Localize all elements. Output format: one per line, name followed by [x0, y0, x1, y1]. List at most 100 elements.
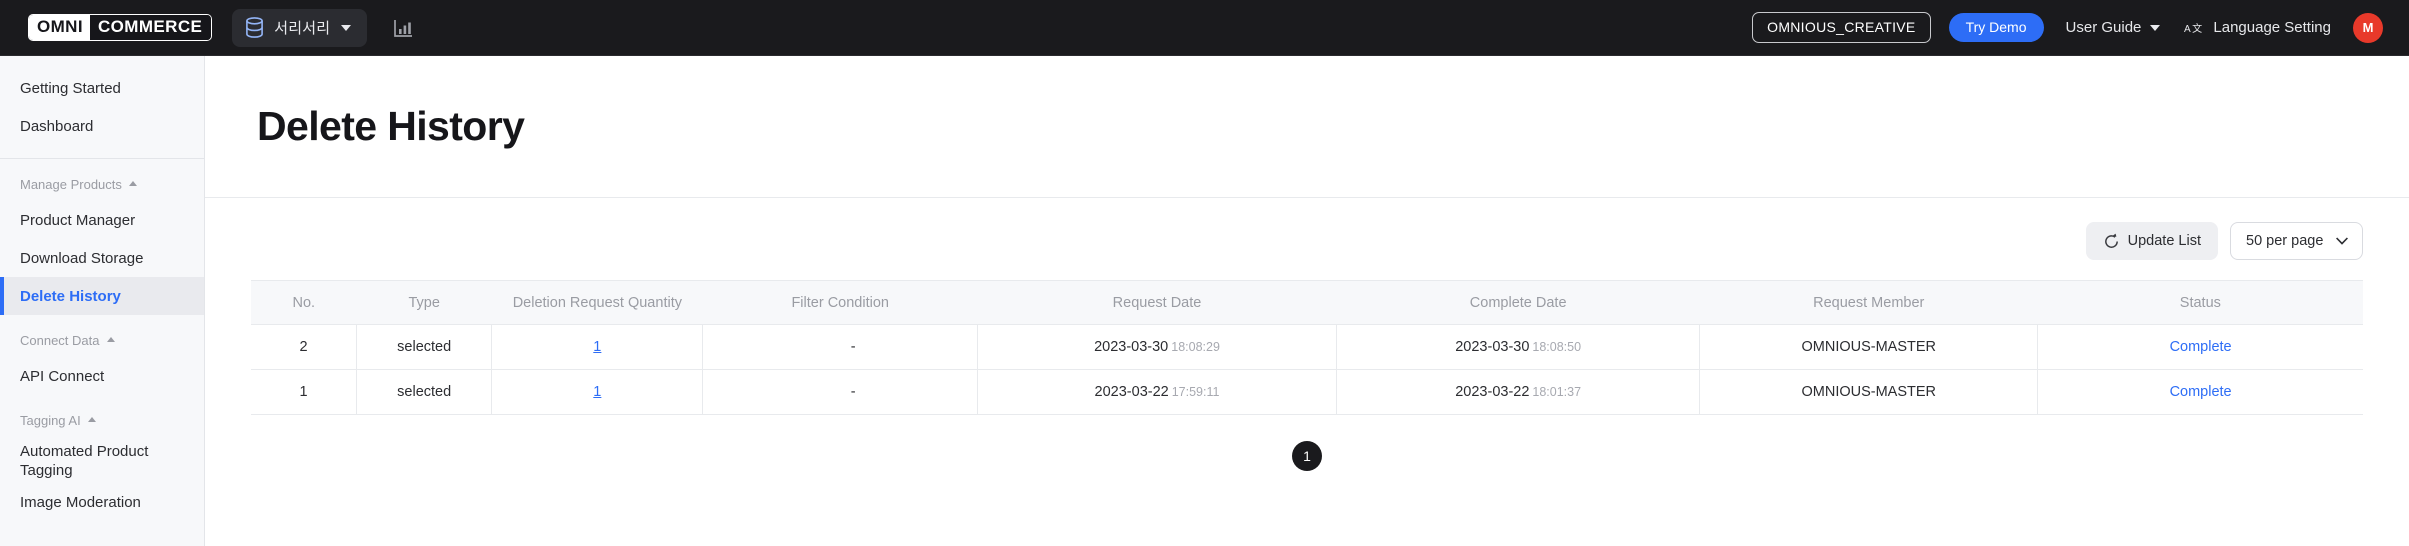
database-icon: [246, 17, 264, 38]
sidebar: Getting Started Dashboard Manage Product…: [0, 56, 205, 546]
pagination: 1: [251, 441, 2363, 471]
delete-history-table: No. Type Deletion Request Quantity Filte…: [251, 280, 2363, 415]
sidebar-group-tagging-ai[interactable]: Tagging AI: [0, 403, 204, 437]
sidebar-group-label: Tagging AI: [20, 412, 81, 428]
svg-text:A: A: [2184, 24, 2191, 35]
column-header-filter-condition: Filter Condition: [702, 280, 978, 325]
sidebar-item-getting-started[interactable]: Getting Started: [0, 69, 204, 107]
chevron-down-icon: [2150, 24, 2161, 31]
user-guide-menu[interactable]: User Guide: [2066, 19, 2161, 36]
sidebar-item-label: Product Manager: [20, 211, 136, 229]
column-header-no: No.: [251, 280, 357, 325]
request-time-value: 18:08:29: [1171, 340, 1220, 354]
sidebar-item-label: API Connect: [20, 367, 105, 385]
sidebar-item-product-manager[interactable]: Product Manager: [0, 201, 204, 239]
column-header-request-member: Request Member: [1699, 280, 2038, 325]
chevron-up-icon: [106, 336, 115, 342]
cell-request-member: OMNIOUS-MASTER: [1699, 369, 2039, 415]
cell-complete-date: 2023-03-30 18:08:50: [1336, 324, 1701, 370]
sidebar-group-label: Manage Products: [20, 176, 122, 192]
brand-logo-commerce: COMMERCE: [89, 15, 212, 40]
sidebar-item-image-moderation[interactable]: Image Moderation: [0, 483, 204, 521]
table-header-row: No. Type Deletion Request Quantity Filte…: [251, 280, 2363, 325]
column-header-complete-date: Complete Date: [1336, 280, 1700, 325]
sidebar-item-api-connect[interactable]: API Connect: [0, 357, 204, 395]
sidebar-item-label: Delete History: [20, 287, 121, 305]
page-header: Delete History: [205, 56, 2409, 198]
table-row: 2 selected 1 - 2023-03-30 18:08:29 2023-0…: [251, 324, 2363, 370]
cell-status: Complete: [2037, 369, 2363, 415]
user-guide-label: User Guide: [2065, 19, 2142, 36]
table-head: No. Type Deletion Request Quantity Filte…: [251, 280, 2363, 325]
chevron-down-icon: [341, 24, 352, 31]
sidebar-item-delete-history[interactable]: Delete History: [0, 277, 204, 315]
sidebar-group-connect-data[interactable]: Connect Data: [0, 323, 204, 357]
cell-status: Complete: [2037, 324, 2363, 370]
avatar[interactable]: M: [2353, 12, 2383, 43]
cell-deletion-request-quantity: 1: [491, 369, 704, 415]
request-date-value: 2023-03-22: [1094, 384, 1169, 400]
translate-icon: A 文: [2184, 22, 2203, 35]
status-badge[interactable]: Complete: [2170, 384, 2232, 400]
request-time-value: 17:59:11: [1171, 385, 1220, 399]
per-page-select[interactable]: 50 per page: [2230, 222, 2363, 260]
language-setting-menu[interactable]: A 文 Language Setting: [2184, 19, 2331, 36]
per-page-value: 50 per page: [2246, 233, 2324, 249]
cell-request-date: 2023-03-30 18:08:29: [977, 324, 1338, 370]
page-title: Delete History: [257, 103, 525, 149]
workspace-selector[interactable]: 서리서리: [232, 8, 368, 47]
chevron-up-icon: [128, 180, 137, 186]
cell-no: 1: [251, 369, 358, 415]
cell-request-date: 2023-03-22 17:59:11: [977, 369, 1338, 415]
cell-type: selected: [356, 324, 493, 370]
delete-history-table-wrapper: No. Type Deletion Request Quantity Filte…: [251, 280, 2363, 471]
chevron-up-icon: [87, 416, 96, 422]
cell-no: 2: [251, 324, 358, 370]
table-row: 1 selected 1 - 2023-03-22 17:59:11 2023-0…: [251, 369, 2363, 415]
column-header-status: Status: [2037, 280, 2363, 325]
sidebar-item-label: Image Moderation: [20, 493, 141, 511]
sidebar-item-automated-product-tagging[interactable]: Automated Product Tagging: [0, 437, 204, 483]
brand-logo[interactable]: OMNI COMMERCE: [28, 14, 213, 41]
main-content: Delete History Update List 50 per page N…: [205, 56, 2409, 546]
complete-date-value: 2023-03-22: [1455, 384, 1530, 400]
cell-deletion-request-quantity: 1: [491, 324, 704, 370]
refresh-icon: [2104, 233, 2118, 248]
sidebar-divider: [0, 158, 204, 159]
quantity-link[interactable]: 1: [593, 384, 601, 400]
language-setting-label: Language Setting: [2213, 19, 2331, 36]
table-body: 2 selected 1 - 2023-03-30 18:08:29 2023-0…: [251, 324, 2363, 415]
quantity-link[interactable]: 1: [593, 339, 601, 355]
status-badge[interactable]: Complete: [2170, 339, 2232, 355]
top-navigation-bar: OMNI COMMERCE 서리서리 OMNIOUS_CREATIVE Try …: [0, 0, 2409, 56]
sidebar-item-label: Getting Started: [20, 79, 121, 97]
column-header-request-date: Request Date: [977, 280, 1337, 325]
brand-logo-omni: OMNI: [29, 15, 90, 40]
complete-date-value: 2023-03-30: [1455, 339, 1530, 355]
account-chip[interactable]: OMNIOUS_CREATIVE: [1752, 12, 1931, 43]
column-header-deletion-request-quantity: Deletion Request Quantity: [491, 280, 703, 325]
svg-text:文: 文: [2193, 22, 2203, 35]
try-demo-button[interactable]: Try Demo: [1948, 13, 2044, 42]
sidebar-group-label: Connect Data: [20, 332, 100, 348]
complete-time-value: 18:08:50: [1532, 340, 1582, 354]
table-toolbar: Update List 50 per page: [205, 198, 2409, 260]
pagination-page-1[interactable]: 1: [1292, 441, 1322, 471]
sidebar-item-label: Automated Product Tagging: [20, 443, 149, 479]
request-date-value: 2023-03-30: [1094, 339, 1169, 355]
workspace-name: 서리서리: [274, 20, 331, 37]
update-list-button[interactable]: Update List: [2085, 222, 2218, 260]
sidebar-group-manage-products[interactable]: Manage Products: [0, 167, 204, 201]
cell-request-member: OMNIOUS-MASTER: [1699, 324, 2039, 370]
cell-type: selected: [356, 369, 493, 415]
cell-filter-condition: -: [702, 324, 978, 370]
sidebar-item-dashboard[interactable]: Dashboard: [0, 107, 204, 145]
update-list-label: Update List: [2127, 233, 2201, 249]
sidebar-item-label: Dashboard: [20, 117, 94, 135]
sidebar-item-download-storage[interactable]: Download Storage: [0, 239, 204, 277]
chevron-down-icon: [2336, 237, 2348, 245]
analytics-button[interactable]: [389, 14, 417, 42]
bar-chart-icon: [394, 19, 413, 37]
topbar-right-group: OMNIOUS_CREATIVE Try Demo User Guide A 文…: [1752, 12, 2409, 43]
complete-time-value: 18:01:37: [1532, 385, 1582, 399]
